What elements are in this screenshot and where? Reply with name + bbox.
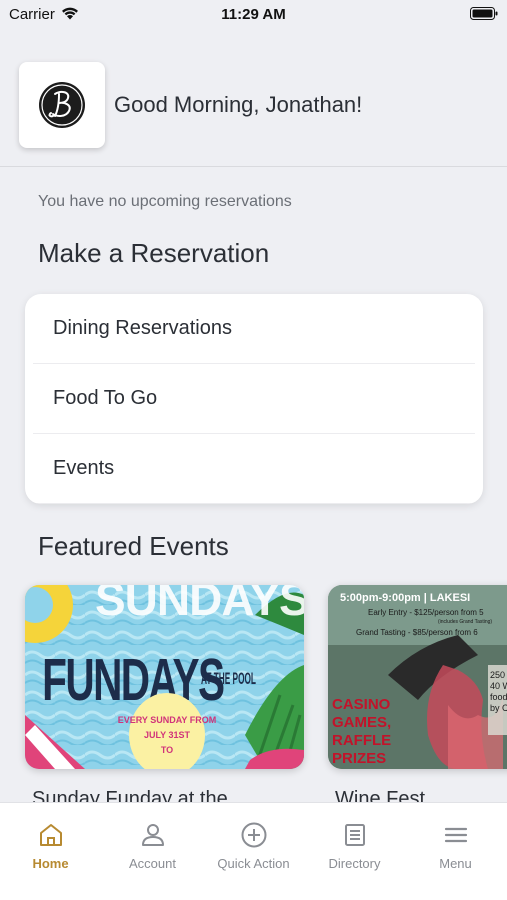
tab-quick-action[interactable]: Quick Action	[203, 803, 304, 883]
featured-events-title: Featured Events	[38, 531, 229, 561]
battery-icon	[470, 7, 498, 20]
poster-text-250: 250	[490, 670, 505, 680]
status-bar: Carrier 11:29 AM	[0, 0, 507, 30]
make-reservation-title: Make a Reservation	[38, 238, 270, 268]
poster-text-raffle: RAFFLE	[332, 732, 391, 749]
sunday-funday-poster: SUNDAYS FUNDAYS AT THE POOL EVERY SUNDAY…	[25, 585, 304, 769]
tab-directory[interactable]: Directory	[304, 803, 405, 883]
poster-text-40w: 40 W	[490, 681, 507, 691]
poster-text-date: JULY 31ST	[144, 730, 191, 740]
poster-text-every-sunday: EVERY SUNDAY FROM	[118, 715, 217, 725]
poster-text-byc: by C	[490, 703, 507, 713]
poster-text-to: TO	[161, 745, 173, 755]
header: Good Morning, Jonathan!	[0, 30, 507, 167]
status-time: 11:29 AM	[221, 6, 286, 23]
wine-fest-poster: 5:00pm-9:00pm | LAKESI Early Entry - $12…	[328, 585, 507, 769]
poster-text-early-entry: Early Entry - $125/person from 5	[368, 608, 484, 617]
greeting-text: Good Morning, Jonathan!	[114, 92, 363, 117]
menu-icon	[444, 827, 467, 843]
account-icon	[141, 824, 164, 846]
poster-text-sundays: SUNDAYS	[95, 585, 304, 625]
dining-reservations-item[interactable]: Dining Reservations	[33, 294, 475, 364]
tab-menu-label: Menu	[439, 856, 472, 871]
poster-text-games: GAMES,	[332, 714, 391, 731]
reservation-options-card: Dining Reservations Food To Go Events	[25, 294, 483, 504]
plus-circle-icon	[241, 822, 266, 848]
club-logo[interactable]	[19, 62, 105, 148]
tab-bar: Home Account Quick Action Directory Menu	[0, 802, 507, 900]
no-reservations-message: You have no upcoming reservations	[38, 193, 292, 210]
poster-text-time: 5:00pm-9:00pm | LAKESI	[340, 592, 470, 604]
events-item[interactable]: Events	[33, 434, 475, 504]
tab-account-label: Account	[129, 856, 176, 871]
tab-menu[interactable]: Menu	[405, 803, 506, 883]
event-card-sunday-funday[interactable]: SUNDAYS FUNDAYS AT THE POOL EVERY SUNDAY…	[25, 585, 304, 769]
tab-home-label: Home	[32, 856, 69, 871]
tab-account[interactable]: Account	[102, 803, 203, 883]
club-monogram-icon	[39, 82, 85, 128]
home-icon	[39, 824, 62, 846]
poster-text-prizes: PRIZES	[332, 750, 386, 767]
poster-text-fundays: FUNDAYS	[42, 646, 224, 713]
poster-text-at-the-pool: AT THE POOL	[201, 670, 256, 688]
poster-text-includes: (includes Grand Tasting)	[438, 619, 492, 625]
tab-directory-label: Directory	[328, 856, 381, 871]
tab-quick-action-label: Quick Action	[217, 856, 290, 871]
poster-text-food: food	[490, 692, 507, 702]
food-to-go-item[interactable]: Food To Go	[33, 364, 475, 434]
poster-text-casino: CASINO	[332, 696, 391, 713]
event-card-wine-fest[interactable]: 5:00pm-9:00pm | LAKESI Early Entry - $12…	[328, 585, 507, 769]
directory-icon	[344, 824, 365, 846]
tab-home[interactable]: Home	[0, 803, 101, 883]
poster-text-grand-tasting: Grand Tasting - $85/person from 6	[356, 628, 478, 637]
